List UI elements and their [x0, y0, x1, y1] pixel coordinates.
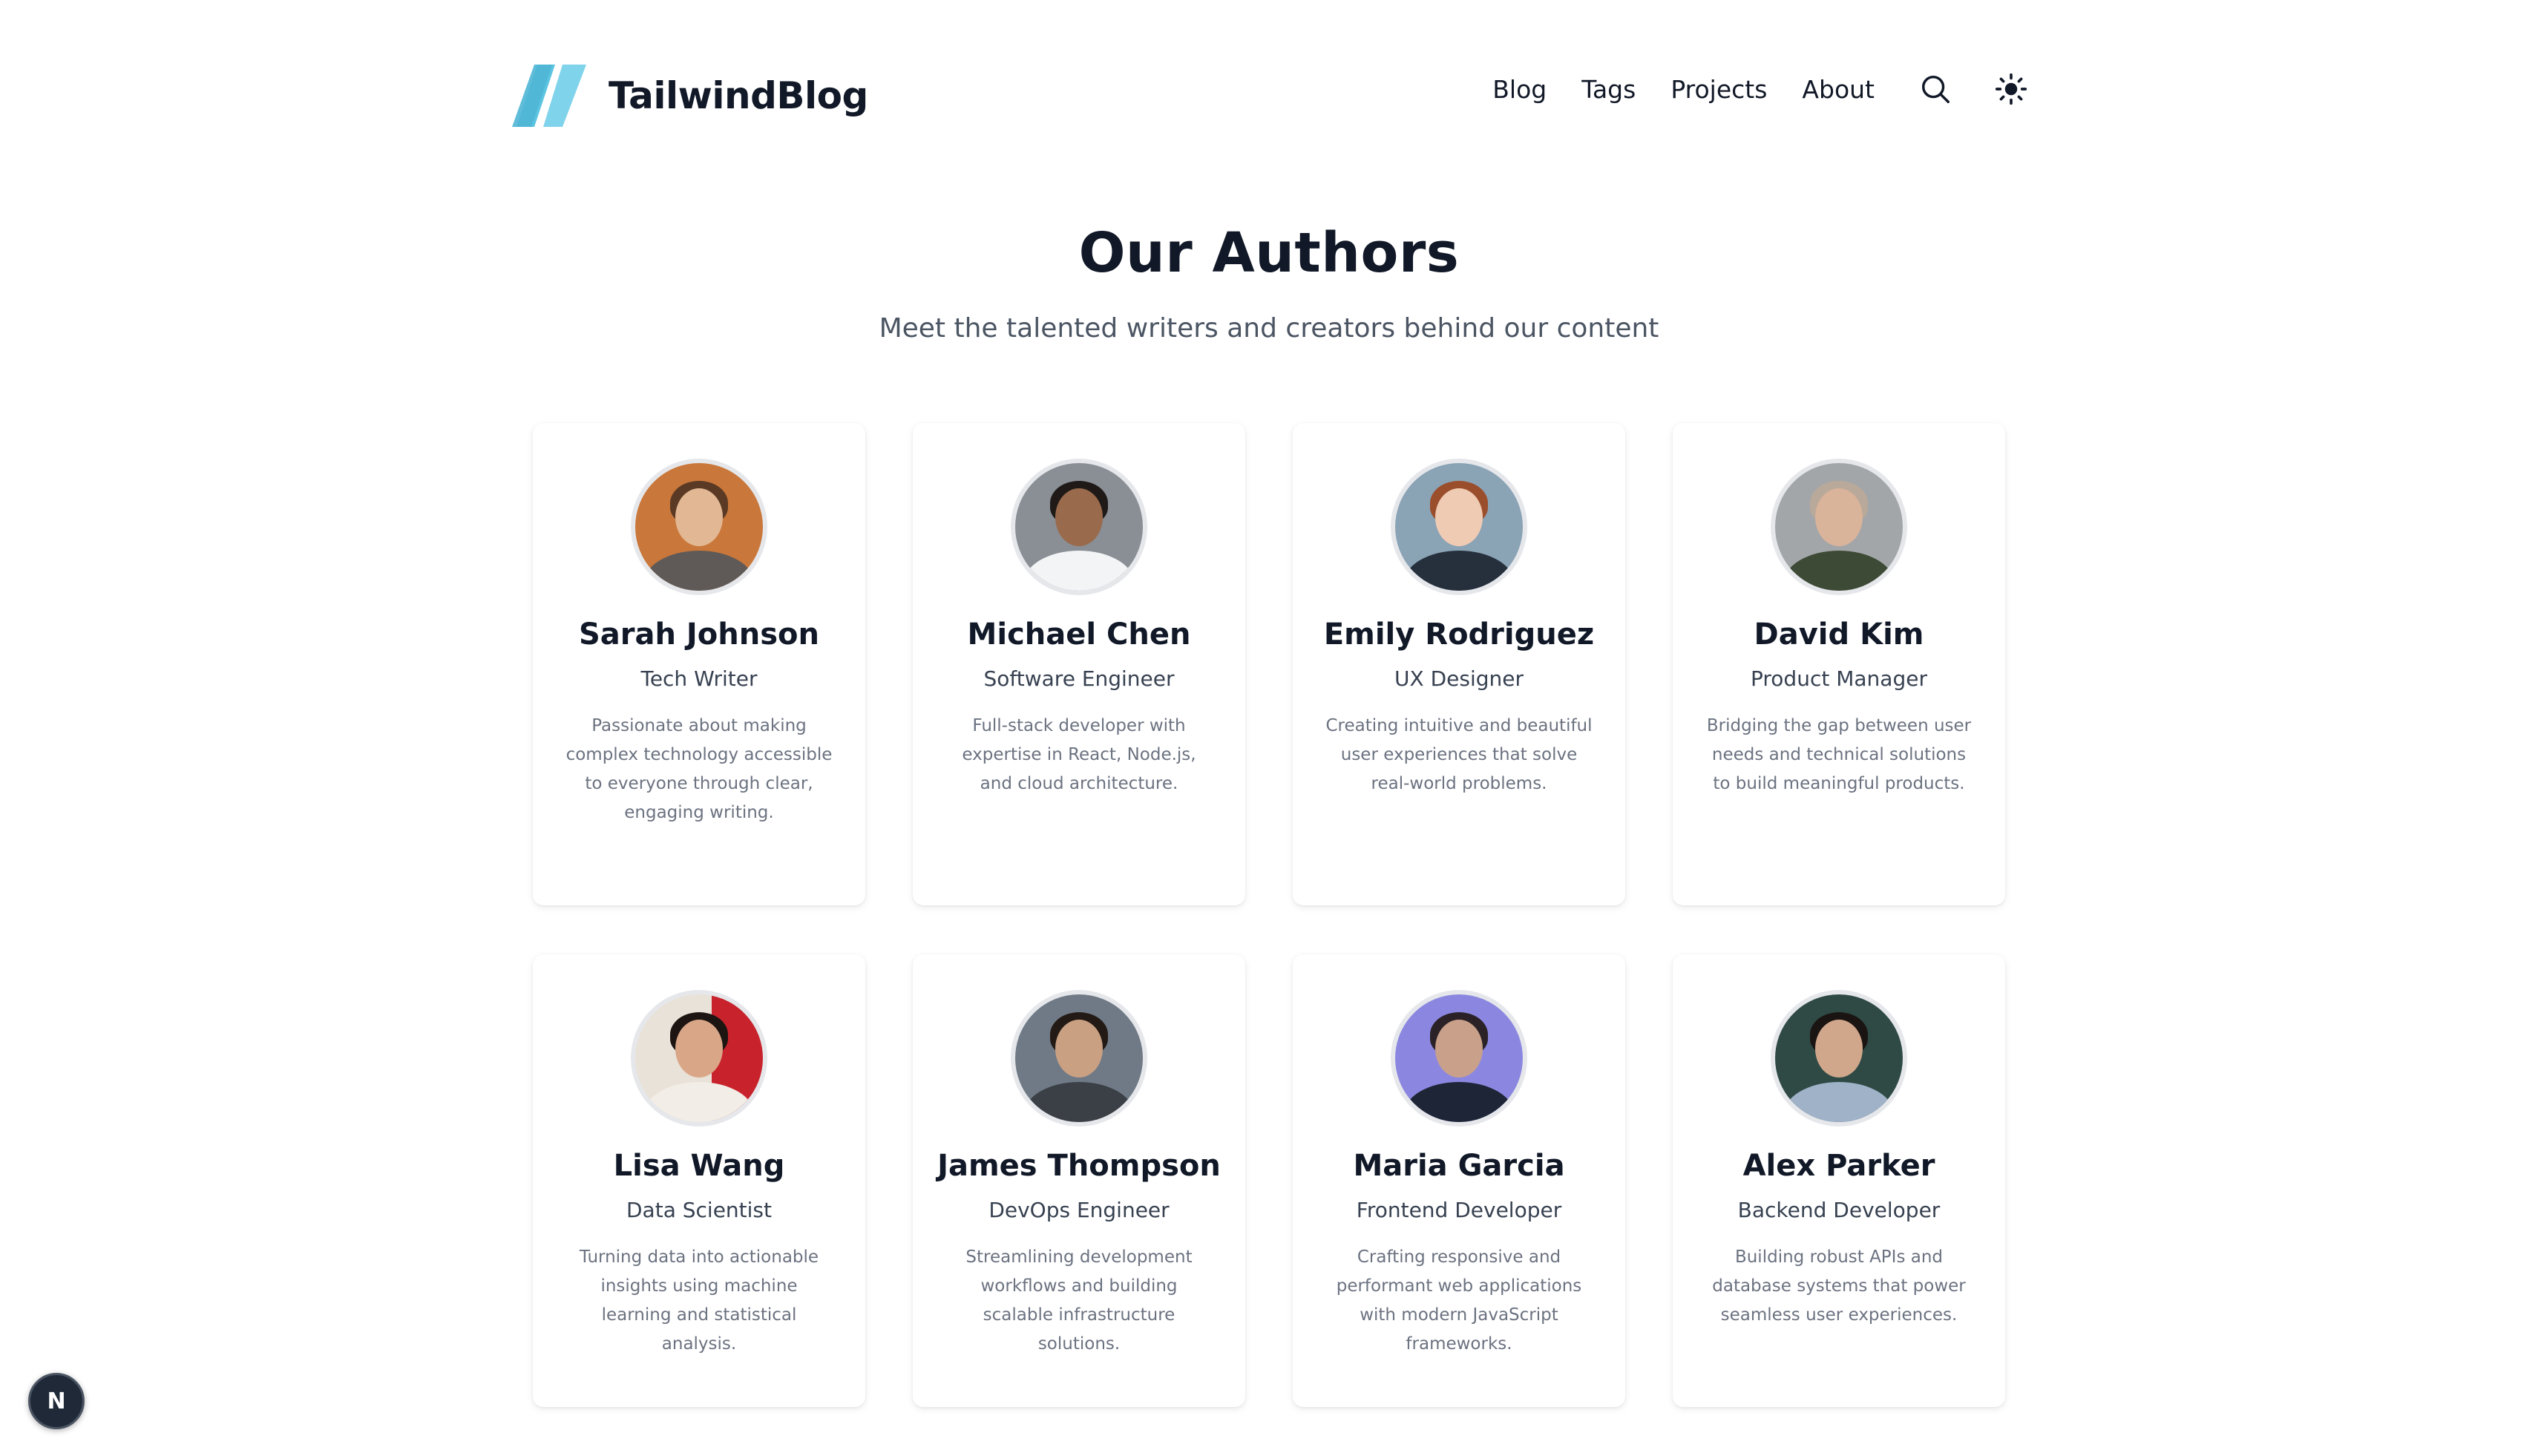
avatar: [1391, 459, 1527, 595]
author-role: Software Engineer: [983, 666, 1175, 691]
author-name: Michael Chen: [967, 617, 1191, 652]
search-button[interactable]: [1916, 70, 1955, 108]
avatar: [631, 459, 767, 595]
nav-link-blog[interactable]: Blog: [1492, 75, 1547, 104]
author-role: Backend Developer: [1737, 1198, 1941, 1222]
theme-toggle-button[interactable]: [1992, 70, 2030, 108]
author-name: Maria Garcia: [1353, 1149, 1565, 1183]
nextjs-dev-badge[interactable]: N: [28, 1373, 85, 1429]
nav-link-projects[interactable]: Projects: [1670, 75, 1767, 104]
author-card[interactable]: Alex Parker Backend Developer Building r…: [1673, 954, 2005, 1407]
author-card[interactable]: Maria Garcia Frontend Developer Crafting…: [1293, 954, 1625, 1407]
author-name: David Kim: [1754, 617, 1924, 652]
avatar: [1011, 990, 1147, 1127]
author-bio: Full-stack developer with expertise in R…: [962, 716, 1196, 793]
author-card[interactable]: Sarah Johnson Tech Writer Passionate abo…: [533, 423, 865, 905]
author-bio: Turning data into actionable insights us…: [579, 1247, 819, 1354]
page-title: Our Authors: [1078, 221, 1460, 285]
author-name: Alex Parker: [1742, 1149, 1935, 1183]
sun-icon: [1995, 73, 2027, 105]
author-card[interactable]: James Thompson DevOps Engineer Streamlin…: [913, 954, 1245, 1407]
author-card[interactable]: Lisa Wang Data Scientist Turning data in…: [533, 954, 865, 1407]
author-card[interactable]: Emily Rodriguez UX Designer Creating int…: [1293, 423, 1625, 905]
search-icon: [1921, 75, 1950, 103]
nav-link-tags[interactable]: Tags: [1581, 75, 1636, 104]
author-bio: Passionate about making complex technolo…: [565, 716, 833, 822]
author-role: UX Designer: [1394, 666, 1524, 691]
nav-link-about[interactable]: About: [1802, 75, 1875, 104]
author-role: Product Manager: [1751, 666, 1927, 691]
author-role: Data Scientist: [626, 1198, 772, 1222]
page-subtitle: Meet the talented writers and creators b…: [879, 313, 1659, 344]
author-bio: Crafting responsive and performant web a…: [1336, 1247, 1582, 1354]
author-role: DevOps Engineer: [988, 1198, 1170, 1222]
author-card[interactable]: David Kim Product Manager Bridging the g…: [1673, 423, 2005, 905]
avatar: [1771, 459, 1907, 595]
avatar: [1391, 990, 1527, 1127]
authors-page: TailwindBlog Blog Tags Projects About Ou…: [0, 0, 2538, 1456]
author-card[interactable]: Michael Chen Software Engineer Full-stac…: [913, 423, 1245, 905]
site-header: TailwindBlog Blog Tags Projects About: [509, 55, 2030, 137]
site-logo[interactable]: TailwindBlog: [509, 55, 868, 137]
author-bio: Building robust APIs and database system…: [1712, 1247, 1966, 1325]
avatar: [1771, 990, 1907, 1127]
author-name: Sarah Johnson: [578, 617, 819, 652]
author-name: James Thompson: [937, 1149, 1221, 1183]
avatar: [1011, 459, 1147, 595]
authors-grid: Sarah Johnson Tech Writer Passionate abo…: [533, 423, 2005, 1407]
author-name: Lisa Wang: [613, 1149, 785, 1183]
main-nav: Blog Tags Projects About: [1492, 55, 2030, 123]
author-bio: Creating intuitive and beautiful user ex…: [1325, 716, 1593, 793]
nextjs-logo-icon: N: [47, 1388, 66, 1414]
logo-text: TailwindBlog: [609, 74, 868, 117]
author-bio: Streamlining development workflows and b…: [965, 1247, 1193, 1354]
author-role: Tech Writer: [640, 666, 758, 691]
author-bio: Bridging the gap between user needs and …: [1706, 716, 1972, 793]
logo-icon: [512, 65, 586, 127]
author-role: Frontend Developer: [1356, 1198, 1562, 1222]
author-name: Emily Rodriguez: [1323, 617, 1595, 652]
avatar: [631, 990, 767, 1127]
